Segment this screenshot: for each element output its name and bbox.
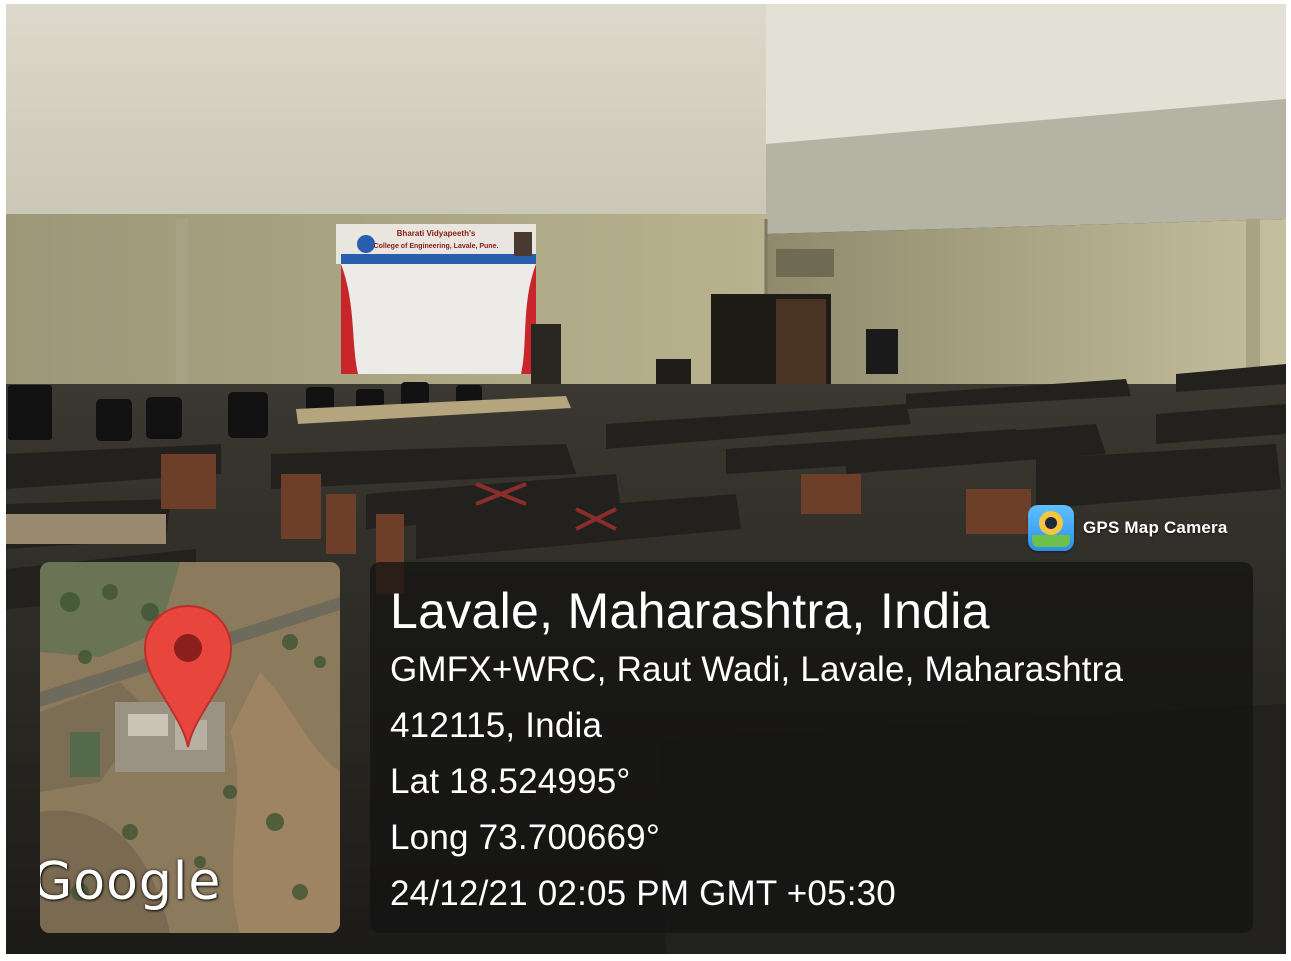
map-pin-icon — [143, 604, 233, 748]
app-badge: GPS Map Camera — [1028, 505, 1228, 551]
longitude: Long 73.700669° — [390, 818, 661, 857]
address-line-2: 412115, India — [390, 706, 603, 745]
address-line-1: GMFX+WRC, Raut Wadi, Lavale, Maharashtra — [390, 650, 1124, 689]
banner-line1: Bharati Vidyapeeth's — [397, 229, 476, 238]
app-name: GPS Map Camera — [1083, 518, 1228, 537]
google-watermark: Google — [40, 852, 222, 912]
place-title: Lavale, Maharashtra, India — [390, 583, 990, 639]
map-thumbnail: Google — [40, 562, 340, 933]
gps-map-camera-icon — [1028, 505, 1074, 551]
latitude: Lat 18.524995° — [390, 762, 631, 801]
banner-line2: College of Engineering, Lavale, Pune. — [374, 243, 499, 250]
timestamp: 24/12/21 02:05 PM GMT +05:30 — [390, 874, 896, 913]
location-info: Lavale, Maharashtra, India GMFX+WRC, Rau… — [390, 580, 1123, 922]
